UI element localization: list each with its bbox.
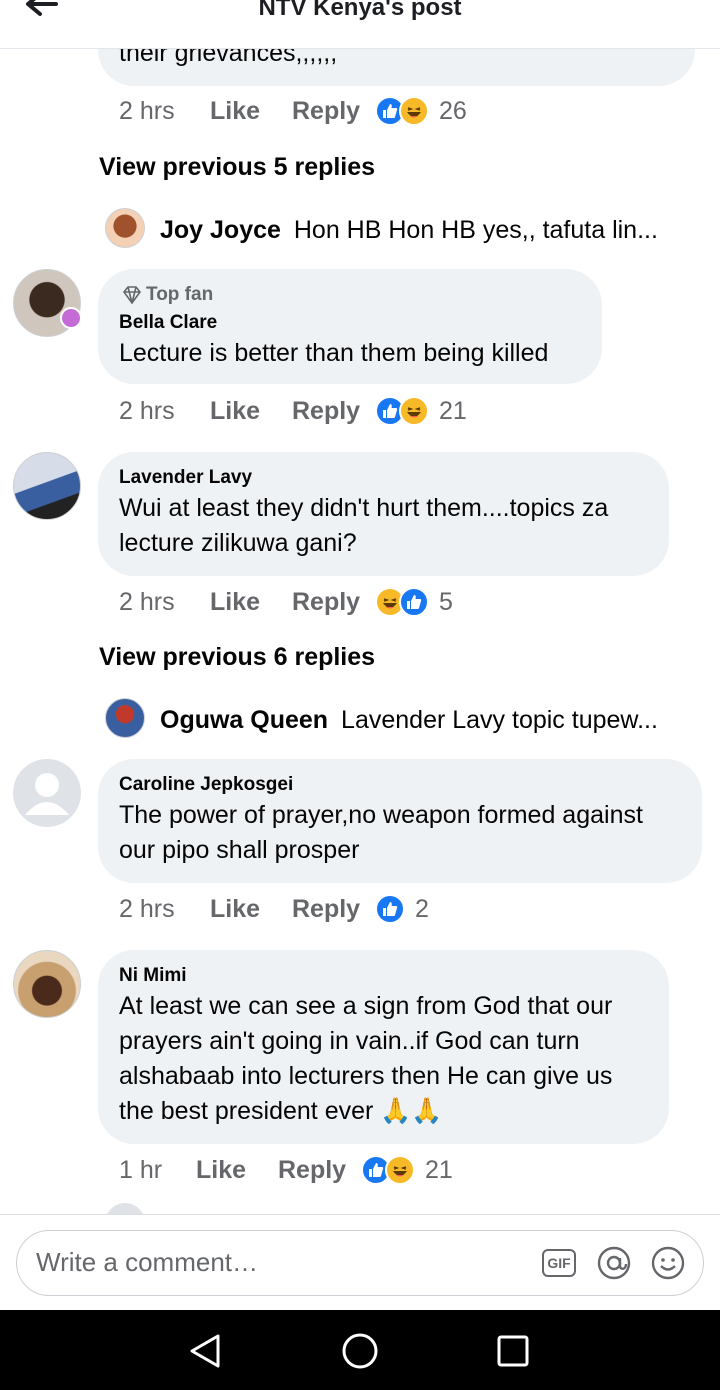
- nav-recents-icon[interactable]: [496, 1334, 530, 1368]
- reply-button[interactable]: Reply: [278, 1156, 346, 1185]
- comment-author[interactable]: Lavender Lavy: [119, 467, 252, 489]
- reply-preview[interactable]: Oguwa Queen Lavender Lavy topic tupew...: [160, 706, 658, 735]
- mention-icon[interactable]: [596, 1245, 632, 1281]
- avatar[interactable]: [13, 452, 81, 520]
- reaction-count: 21: [425, 1155, 453, 1184]
- avatar[interactable]: [105, 698, 145, 738]
- like-button[interactable]: Like: [210, 588, 260, 617]
- reactions[interactable]: 26: [375, 96, 467, 126]
- nav-home-icon[interactable]: [341, 1332, 379, 1370]
- comment-text: prayers ain't going in vain..if God can …: [119, 1027, 580, 1055]
- like-button[interactable]: Like: [210, 97, 260, 126]
- reply-preview[interactable]: Joy Joyce Hon HB Hon HB yes,, tafuta lin…: [160, 216, 658, 245]
- view-previous-replies[interactable]: View previous 6 replies: [99, 643, 375, 672]
- top-fan-badge: Top fan: [122, 284, 213, 306]
- comment-text: Lecture is better than them being killed: [119, 339, 549, 367]
- gif-label: GIF: [547, 1255, 571, 1271]
- like-button[interactable]: Like: [210, 397, 260, 426]
- comment-time: 2 hrs: [119, 397, 175, 425]
- like-reaction-icon: [399, 587, 429, 617]
- haha-reaction-icon: [399, 96, 429, 126]
- reactions[interactable]: 5: [375, 587, 453, 617]
- reply-button[interactable]: Reply: [292, 97, 360, 126]
- reaction-count: 26: [439, 96, 467, 125]
- reaction-count: 2: [415, 894, 429, 923]
- emoji-icon[interactable]: [650, 1245, 686, 1281]
- comment-text: lecture zilikuwa gani?: [119, 529, 357, 557]
- avatar[interactable]: [13, 950, 81, 1018]
- nav-back-icon[interactable]: [188, 1333, 222, 1369]
- view-previous-replies[interactable]: View previous 5 replies: [99, 153, 375, 182]
- comment-text: alshabaab into lecturers then He can giv…: [119, 1062, 613, 1090]
- comment-text: our pipo shall prosper: [119, 836, 360, 864]
- page-title: NTV Kenya's post: [258, 0, 462, 21]
- comment-time: 2 hrs: [119, 97, 175, 125]
- default-avatar-icon: [25, 773, 69, 815]
- reply-button[interactable]: Reply: [292, 397, 360, 426]
- comment-time: 2 hrs: [119, 895, 175, 923]
- avatar[interactable]: [105, 208, 145, 248]
- like-button[interactable]: Like: [196, 1156, 246, 1185]
- comment-text: Wui at least they didn't hurt them....to…: [119, 494, 609, 522]
- like-reaction-icon: [375, 894, 405, 924]
- comment-time: 2 hrs: [119, 588, 175, 616]
- reaction-count: 21: [439, 396, 467, 425]
- vaccine-badge-icon: [60, 307, 82, 329]
- haha-reaction-icon: [385, 1155, 415, 1185]
- reply-author: Joy Joyce: [160, 216, 281, 244]
- comment-author[interactable]: Ni Mimi: [119, 965, 187, 987]
- reply-text: Hon HB Hon HB yes,, tafuta lin...: [293, 216, 658, 244]
- badge-label: Top fan: [146, 284, 214, 305]
- reply-button[interactable]: Reply: [292, 895, 360, 924]
- haha-reaction-icon: [399, 396, 429, 426]
- reactions[interactable]: 2: [375, 894, 429, 924]
- reply-author: Oguwa Queen: [160, 706, 329, 734]
- comment-placeholder[interactable]: Write a comment…: [36, 1247, 258, 1278]
- reactions[interactable]: 21: [375, 396, 467, 426]
- reaction-count: 5: [439, 587, 453, 616]
- gem-icon: [122, 286, 142, 304]
- gif-icon[interactable]: GIF: [542, 1249, 576, 1277]
- comment-text: At least we can see a sign from God that…: [119, 992, 613, 1020]
- comment-text: the best president ever 🙏🙏: [119, 1097, 443, 1125]
- comment-time: 1 hr: [119, 1156, 163, 1184]
- reactions[interactable]: 21: [361, 1155, 453, 1185]
- avatar[interactable]: [13, 759, 81, 827]
- comment-author[interactable]: Bella Clare: [119, 312, 217, 334]
- comment-author[interactable]: Caroline Jepkosgei: [119, 774, 293, 796]
- like-button[interactable]: Like: [210, 895, 260, 924]
- post-header: NTV Kenya's post: [0, 0, 720, 49]
- comment-text: The power of prayer,no weapon formed aga…: [119, 801, 643, 829]
- reply-text: Lavender Lavy topic tupew...: [341, 706, 658, 734]
- reply-button[interactable]: Reply: [292, 588, 360, 617]
